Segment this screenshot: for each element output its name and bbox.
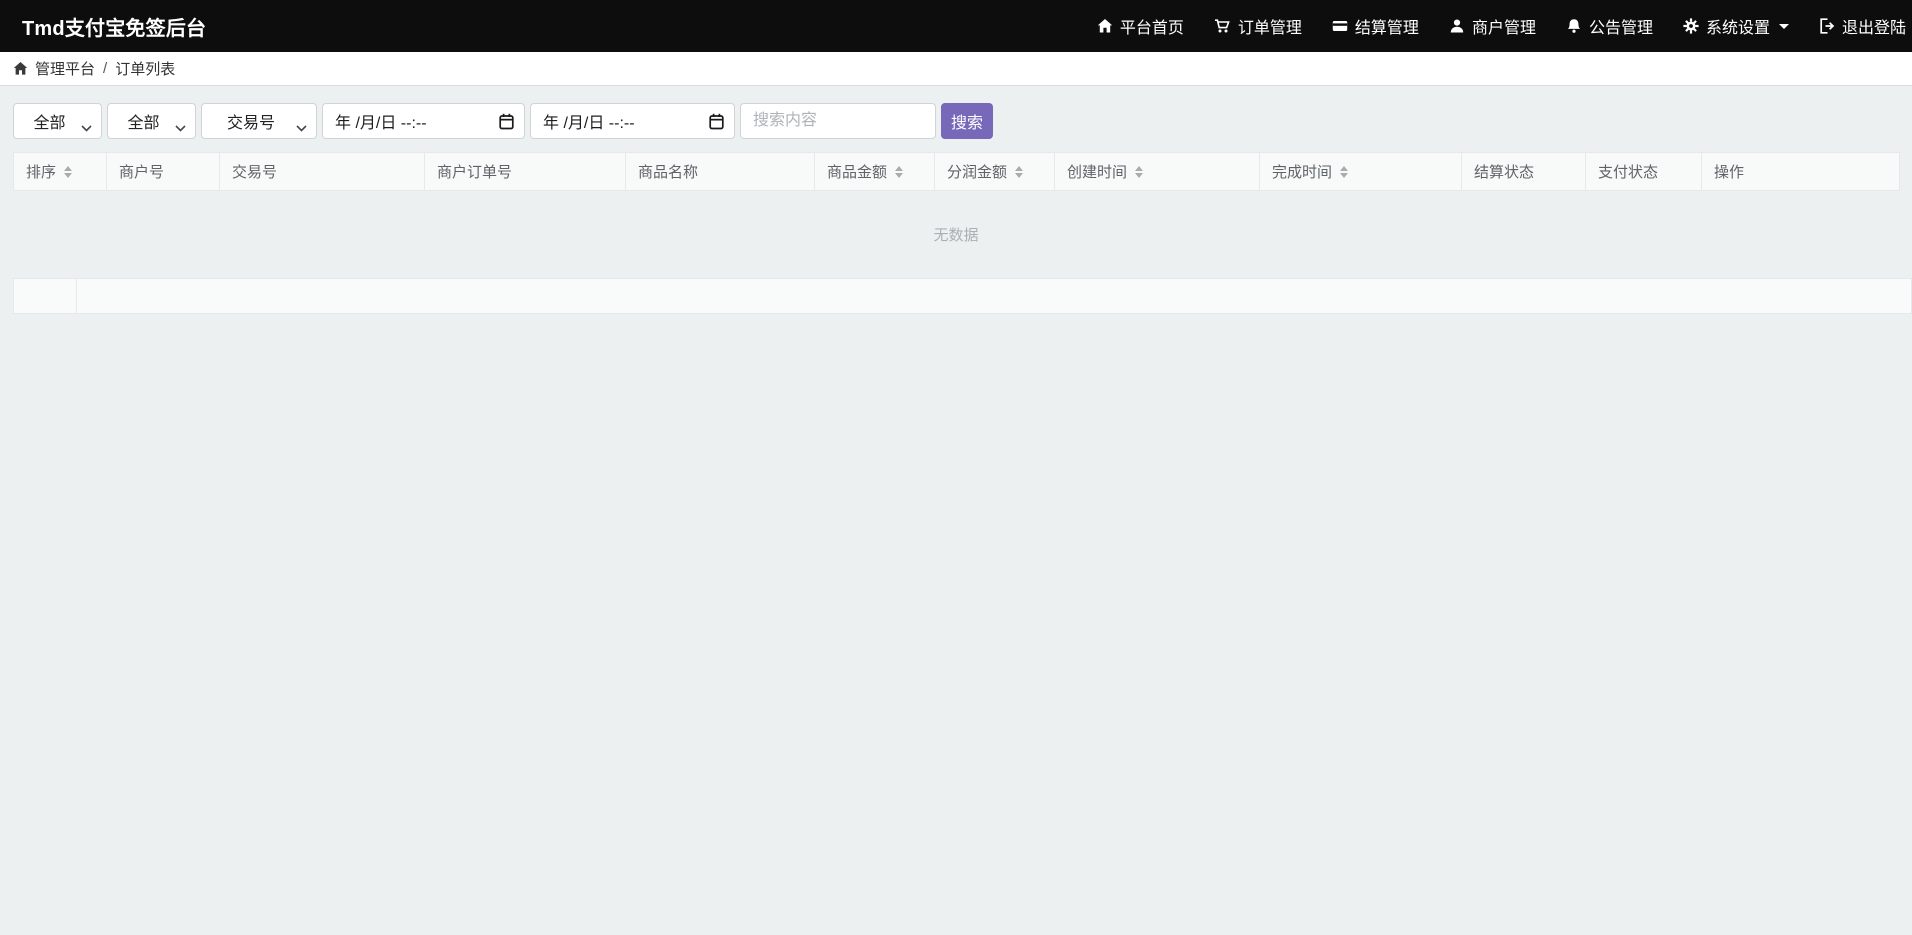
column-header-sort[interactable]: 排序 <box>13 152 107 191</box>
nav-item-logout[interactable]: 退出登陆 <box>1819 14 1906 38</box>
date-start-input[interactable]: 年 /月/日 --:-- <box>322 103 525 139</box>
nav-item-label: 系统设置 <box>1705 20 1770 37</box>
nav-item-settlement-management[interactable]: 结算管理 <box>1332 14 1419 38</box>
column-label: 商户号 <box>119 164 165 181</box>
type-filter-select[interactable]: 全部 <box>107 103 196 139</box>
search-field-select[interactable]: 交易号 <box>201 103 317 139</box>
nav-item-announcement-management[interactable]: 公告管理 <box>1566 14 1653 38</box>
date-end-value: 年 /月/日 --:-- <box>543 115 635 132</box>
gear-icon <box>1683 18 1699 34</box>
sort-icon <box>895 165 904 178</box>
column-label: 分润金额 <box>947 164 1008 181</box>
nav-item-label: 商户管理 <box>1471 20 1536 37</box>
breadcrumb-separator: / <box>103 60 108 77</box>
top-navbar: Tmd支付宝免签后台 平台首页 订单管理 结算管理 商户管理 公告管理 系统设置 <box>0 0 1912 52</box>
type-filter-value: 全部 <box>127 115 160 132</box>
status-filter-select[interactable]: 全部 <box>13 103 102 139</box>
chevron-down-icon <box>296 119 307 137</box>
column-header-actions: 操作 <box>1701 152 1900 191</box>
sort-icon <box>1340 165 1349 178</box>
column-header-product-amount[interactable]: 商品金额 <box>814 152 935 191</box>
column-label: 商品名称 <box>638 164 699 181</box>
cart-icon <box>1214 18 1231 34</box>
breadcrumb: 管理平台 / 订单列表 <box>0 52 1912 86</box>
column-label: 商品金额 <box>827 164 888 181</box>
nav-item-label: 结算管理 <box>1354 20 1419 37</box>
column-header-product-name: 商品名称 <box>625 152 815 191</box>
column-label: 排序 <box>26 164 57 181</box>
column-label: 完成时间 <box>1272 164 1333 181</box>
column-label: 结算状态 <box>1474 164 1535 181</box>
column-header-pay-status: 支付状态 <box>1585 152 1702 191</box>
table-header-row: 排序 商户号 交易号 商户订单号 商品名称 商品金额 分润金额 创建时间 完成时… <box>13 152 1900 191</box>
search-field-value: 交易号 <box>226 115 275 132</box>
table-footer <box>13 278 1912 314</box>
sort-icon <box>1135 165 1144 178</box>
bell-icon <box>1566 18 1582 34</box>
date-end-input[interactable]: 年 /月/日 --:-- <box>530 103 735 139</box>
table-empty-state: 无数据 <box>13 191 1899 278</box>
nav-item-label: 退出登陆 <box>1841 20 1906 37</box>
calendar-icon <box>499 113 514 130</box>
chevron-down-icon <box>1778 23 1789 29</box>
nav-item-merchant-management[interactable]: 商户管理 <box>1449 14 1536 38</box>
column-label: 支付状态 <box>1598 164 1659 181</box>
nav-item-label: 公告管理 <box>1588 20 1653 37</box>
column-label: 创建时间 <box>1067 164 1128 181</box>
status-filter-value: 全部 <box>33 115 66 132</box>
column-header-share-amount[interactable]: 分润金额 <box>934 152 1055 191</box>
breadcrumb-current: 订单列表 <box>115 61 176 78</box>
app-title: Tmd支付宝免签后台 <box>22 17 207 40</box>
nav-item-system-settings[interactable]: 系统设置 <box>1683 14 1789 38</box>
sort-icon <box>64 165 73 178</box>
page-content: 全部 全部 交易号 年 /月/日 --:-- 年 /月/日 --:-- 搜索内容… <box>0 86 1912 314</box>
column-header-settle-status: 结算状态 <box>1461 152 1586 191</box>
column-header-trade-no: 交易号 <box>219 152 425 191</box>
chevron-down-icon <box>175 119 186 137</box>
column-header-merchant-id: 商户号 <box>106 152 220 191</box>
main-nav: 平台首页 订单管理 结算管理 商户管理 公告管理 系统设置 退出登陆 <box>1097 14 1906 38</box>
home-icon <box>13 61 28 76</box>
credit-card-icon <box>1332 18 1348 34</box>
column-header-create-time[interactable]: 创建时间 <box>1054 152 1260 191</box>
column-header-merchant-order-no: 商户订单号 <box>424 152 626 191</box>
column-label: 操作 <box>1714 164 1745 181</box>
nav-item-label: 平台首页 <box>1119 20 1184 37</box>
column-label: 商户订单号 <box>437 164 513 181</box>
search-button[interactable]: 搜索 <box>941 103 993 139</box>
calendar-icon <box>709 113 724 130</box>
empty-text: 无数据 <box>933 227 979 244</box>
nav-item-order-management[interactable]: 订单管理 <box>1214 14 1302 38</box>
filter-toolbar: 全部 全部 交易号 年 /月/日 --:-- 年 /月/日 --:-- 搜索 <box>13 103 1912 139</box>
user-icon <box>1449 18 1465 34</box>
logout-icon <box>1819 18 1835 34</box>
footer-main-cell <box>77 279 1911 313</box>
nav-item-label: 订单管理 <box>1237 20 1302 37</box>
breadcrumb-root[interactable]: 管理平台 <box>35 58 95 79</box>
orders-table: 排序 商户号 交易号 商户订单号 商品名称 商品金额 分润金额 创建时间 完成时… <box>13 152 1900 191</box>
footer-left-cell <box>14 279 77 313</box>
search-input[interactable] <box>740 103 936 139</box>
sort-icon <box>1015 165 1024 178</box>
column-header-finish-time[interactable]: 完成时间 <box>1259 152 1462 191</box>
nav-item-platform-home[interactable]: 平台首页 <box>1097 14 1184 38</box>
chevron-down-icon <box>81 119 92 137</box>
home-icon <box>1097 18 1113 34</box>
column-label: 交易号 <box>232 164 278 181</box>
date-start-value: 年 /月/日 --:-- <box>335 115 427 132</box>
